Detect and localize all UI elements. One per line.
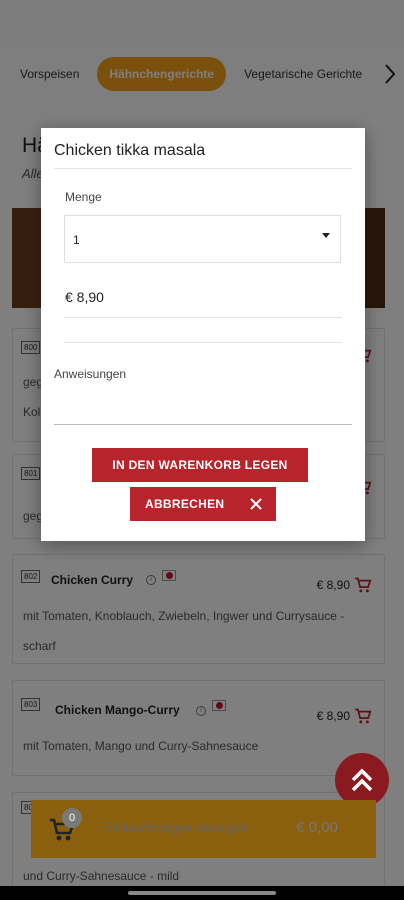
divider xyxy=(64,317,342,318)
home-handle[interactable] xyxy=(128,891,276,895)
double-chevron-up-icon xyxy=(351,768,373,792)
divider xyxy=(64,342,342,343)
cancel-button-label: ABBRECHEN xyxy=(145,497,225,511)
caret-down-icon xyxy=(322,233,330,238)
cart-count-badge: 0 xyxy=(62,808,82,828)
quantity-value: 1 xyxy=(73,233,80,247)
quantity-select[interactable]: 1 xyxy=(64,215,341,263)
cart-total: € 0,00 xyxy=(296,819,338,836)
dialog-price: € 8,90 xyxy=(65,289,104,305)
scroll-to-top-button[interactable] xyxy=(335,753,389,807)
quantity-label: Menge xyxy=(65,190,102,204)
add-to-cart-dialog: Chicken tikka masala Menge 1 € 8,90 Anwe… xyxy=(41,128,365,541)
close-icon xyxy=(250,498,262,510)
cart-label: Einkaufswagen anzeigen xyxy=(104,820,249,835)
cancel-button[interactable]: ABBRECHEN xyxy=(130,487,276,521)
view-cart-button[interactable]: 0 Einkaufswagen anzeigen € 0,00 xyxy=(31,800,376,858)
divider xyxy=(54,168,352,169)
dialog-title: Chicken tikka masala xyxy=(54,142,206,159)
add-to-cart-button[interactable]: IN DEN WARENKORB LEGEN xyxy=(92,448,308,482)
instructions-label: Anweisungen xyxy=(54,367,127,381)
instructions-input[interactable] xyxy=(54,424,352,425)
status-bar xyxy=(0,0,404,44)
system-nav-bar xyxy=(0,886,404,900)
